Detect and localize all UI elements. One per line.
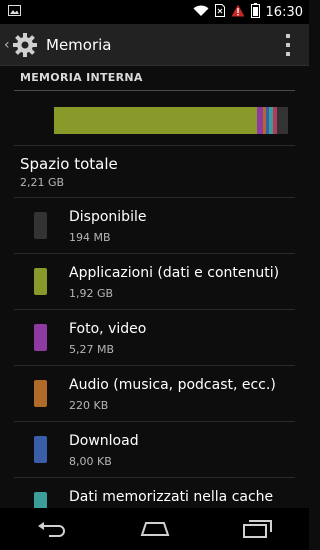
storage-item-available[interactable]: Disponibile 194 MB: [14, 198, 295, 254]
status-right: 16:30: [193, 3, 303, 21]
gear-icon: [12, 32, 38, 58]
color-swatch: [34, 268, 47, 295]
picture-icon: [8, 5, 21, 19]
item-label: Download: [69, 433, 139, 449]
usage-segment: [276, 107, 288, 134]
chevron-left-icon: ‹: [4, 36, 10, 53]
storage-content: MEMORIA INTERNA Spazio totale 2,21 GB Di…: [0, 67, 309, 534]
home-icon[interactable]: [125, 508, 185, 550]
color-swatch: [34, 212, 47, 239]
recent-apps-icon[interactable]: [228, 508, 288, 550]
item-label: Applicazioni (dati e contenuti): [69, 265, 280, 281]
item-value: 1,92 GB: [69, 287, 114, 300]
item-value: 220 KB: [69, 399, 109, 412]
back-icon[interactable]: [22, 508, 82, 550]
section-header: MEMORIA INTERNA: [14, 67, 295, 91]
item-label: Dati memorizzati nella cache: [69, 489, 274, 505]
signal-warning-icon: [231, 4, 245, 20]
item-label: Audio (musica, podcast, ecc.): [69, 377, 276, 393]
total-space-row: Spazio totale 2,21 GB: [14, 146, 295, 198]
usage-bar: [54, 107, 288, 134]
storage-item-download[interactable]: Download 8,00 KB: [14, 422, 295, 478]
overflow-menu-icon[interactable]: [281, 34, 295, 56]
color-swatch: [34, 436, 47, 463]
action-bar: ‹ Memoria: [0, 24, 309, 66]
navigation-bar: [0, 508, 309, 550]
page-title: Memoria: [46, 35, 112, 54]
sim-icon: [214, 4, 225, 20]
storage-item-photos[interactable]: Foto, video 5,27 MB: [14, 310, 295, 366]
storage-item-apps[interactable]: Applicazioni (dati e contenuti) 1,92 GB: [14, 254, 295, 310]
status-left: [8, 5, 21, 19]
battery-icon: [250, 3, 260, 21]
item-value: 194 MB: [69, 231, 111, 244]
usage-bar-row: [14, 91, 295, 146]
up-navigation[interactable]: ‹: [4, 32, 46, 58]
total-space-title: Spazio totale: [20, 155, 118, 173]
storage-item-audio[interactable]: Audio (musica, podcast, ecc.) 220 KB: [14, 366, 295, 422]
status-bar: 16:30: [0, 0, 309, 24]
total-space-value: 2,21 GB: [20, 176, 65, 189]
clock: 16:30: [265, 4, 303, 20]
color-swatch: [34, 380, 47, 407]
item-value: 5,27 MB: [69, 343, 115, 356]
item-label: Foto, video: [69, 321, 147, 337]
item-label: Disponibile: [69, 209, 147, 225]
usage-segment: [54, 107, 258, 134]
color-swatch: [34, 324, 47, 351]
item-value: 8,00 KB: [69, 455, 112, 468]
wifi-icon: [193, 5, 209, 20]
